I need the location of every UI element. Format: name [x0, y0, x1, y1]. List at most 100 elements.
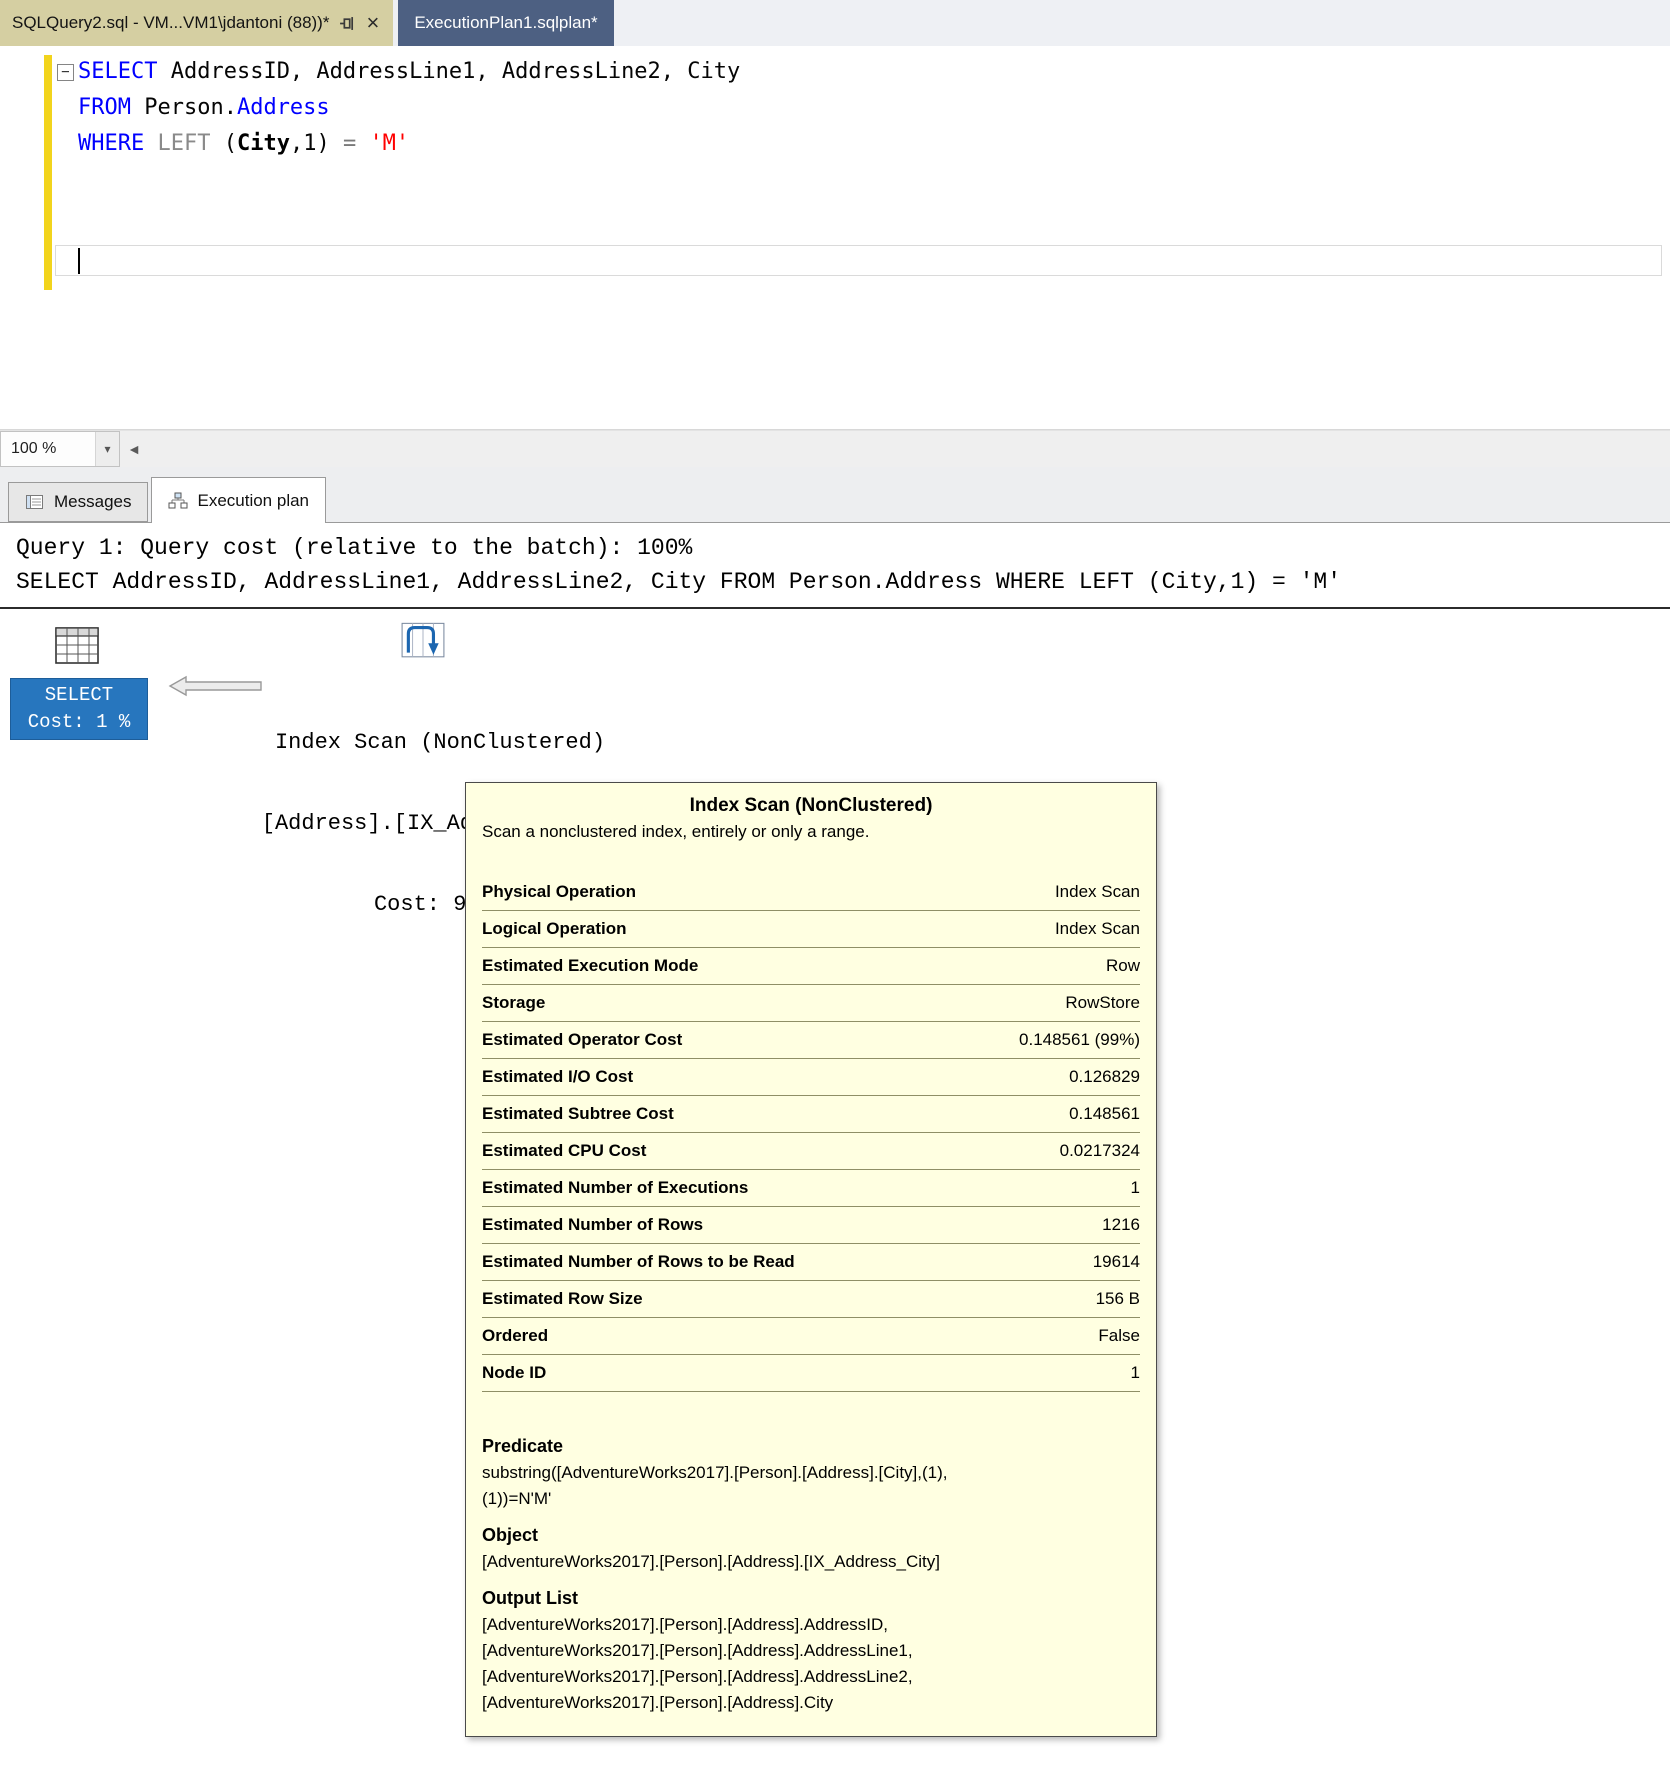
tab-executionplan1-label: ExecutionPlan1.sqlplan* [414, 13, 597, 33]
messages-icon [25, 493, 45, 511]
current-line-highlight [55, 245, 1662, 276]
sql-token: = [343, 131, 356, 156]
tooltip-section-label: Predicate [482, 1436, 1140, 1457]
tooltip-property-row: Estimated Number of Rows to be Read 19614 [482, 1244, 1140, 1281]
close-icon[interactable]: × [364, 12, 381, 34]
tooltip-property-row: Logical OperationIndex Scan [482, 911, 1140, 948]
results-tab-bar: Messages Execution plan [0, 467, 1670, 522]
property-label: Storage [482, 993, 545, 1013]
property-label: Ordered [482, 1326, 548, 1346]
code-line: WHERE LEFT (City,1) = 'M' [0, 126, 1670, 162]
sql-token: Address [237, 95, 330, 120]
editor-status-row: 100 % ▾ ◄ [0, 430, 1670, 467]
result-grid-icon [55, 627, 99, 670]
fold-toggle-icon[interactable]: − [57, 64, 74, 81]
tooltip-section-label: Object [482, 1525, 1140, 1546]
tooltip-property-row: Storage RowStore [482, 985, 1140, 1022]
tooltip-property-row: Estimated Operator Cost 0.148561 (99%) [482, 1022, 1140, 1059]
property-value: 0.148561 (99%) [1019, 1030, 1140, 1050]
property-label: Physical Operation [482, 882, 636, 902]
tab-executionplan1[interactable]: ExecutionPlan1.sqlplan* [398, 0, 613, 46]
operator-tooltip: Index Scan (NonClustered) Scan a nonclus… [465, 782, 1157, 1737]
sql-token [144, 131, 157, 156]
property-value: RowStore [1065, 993, 1140, 1013]
pin-icon[interactable] [339, 16, 354, 31]
tab-execution-plan-label: Execution plan [197, 491, 309, 511]
tooltip-property-row: Node ID1 [482, 1355, 1140, 1392]
query-statement: SELECT AddressID, AddressLine1, AddressL… [16, 569, 1341, 595]
tooltip-section-line: [AdventureWorks2017].[Person].[Address].… [482, 1612, 1140, 1638]
tooltip-property-row: Estimated Execution Mode Row [482, 948, 1140, 985]
sql-token: Person. [131, 95, 237, 120]
execution-plan-pane: Query 1: Query cost (relative to the bat… [0, 522, 1670, 1786]
index-scan-icon[interactable] [400, 617, 446, 664]
property-label: Estimated Subtree Cost [482, 1104, 674, 1124]
ssms-window: SQLQuery2.sql - VM...VM1\jdantoni (88))*… [0, 0, 1670, 1786]
tooltip-description: Scan a nonclustered index, entirely or o… [482, 822, 1140, 842]
tab-messages-label: Messages [54, 492, 131, 512]
chevron-down-icon[interactable]: ▾ [95, 432, 119, 466]
tooltip-property-row: Ordered False [482, 1318, 1140, 1355]
text-caret [78, 248, 80, 274]
property-value: False [1098, 1326, 1140, 1346]
property-value: Row [1106, 956, 1140, 976]
code-lines: −SELECT AddressID, AddressLine1, Address… [0, 54, 1670, 162]
select-node-cost: Cost: 1 % [11, 709, 147, 736]
tooltip-section-line: [AdventureWorks2017].[Person].[Address].… [482, 1638, 1140, 1664]
tooltip-section-label: Output List [482, 1588, 1140, 1609]
tooltip-section-line: (1))=N'M' [482, 1486, 1140, 1512]
code-line: −SELECT AddressID, AddressLine1, Address… [0, 54, 1670, 90]
sql-token: SELECT [78, 59, 157, 84]
sql-token: WHERE [78, 131, 144, 156]
document-tab-bar: SQLQuery2.sql - VM...VM1\jdantoni (88))*… [0, 0, 1670, 46]
property-label: Estimated Row Size [482, 1289, 643, 1309]
sql-token [356, 131, 369, 156]
property-value: 0.0217324 [1060, 1141, 1140, 1161]
tooltip-section-line: [AdventureWorks2017].[Person].[Address].… [482, 1549, 1140, 1575]
tooltip-property-row: Estimated Number of Executions1 [482, 1170, 1140, 1207]
tooltip-section: Object [AdventureWorks2017].[Person].[Add… [482, 1525, 1140, 1575]
tab-messages[interactable]: Messages [8, 482, 148, 522]
sql-token: FROM [78, 95, 131, 120]
tooltip-property-row: Estimated Number of Rows 1216 [482, 1207, 1140, 1244]
tooltip-properties: Physical OperationIndex ScanLogical Oper… [482, 874, 1140, 1392]
select-operator-node[interactable]: SELECT Cost: 1 % [10, 678, 148, 740]
editor-hscrollbar[interactable]: ◄ [120, 431, 1670, 467]
property-label: Estimated I/O Cost [482, 1067, 633, 1087]
tab-sqlquery2[interactable]: SQLQuery2.sql - VM...VM1\jdantoni (88))*… [0, 0, 393, 46]
property-label: Estimated Execution Mode [482, 956, 698, 976]
tooltip-property-row: Estimated Subtree Cost0.148561 [482, 1096, 1140, 1133]
scroll-left-icon[interactable]: ◄ [120, 441, 148, 457]
sql-token: 'M' [369, 131, 409, 156]
code-line: FROM Person.Address [0, 90, 1670, 126]
property-label: Estimated Operator Cost [482, 1030, 682, 1050]
tab-execution-plan[interactable]: Execution plan [151, 477, 326, 523]
tooltip-section-line: [AdventureWorks2017].[Person].[Address].… [482, 1690, 1140, 1716]
property-label: Estimated CPU Cost [482, 1141, 646, 1161]
tooltip-section: Predicatesubstring([AdventureWorks2017].… [482, 1436, 1140, 1512]
query-cost-header: Query 1: Query cost (relative to the bat… [16, 535, 692, 561]
property-value: Index Scan [1055, 882, 1140, 902]
index-scan-line1: Index Scan (NonClustered) [150, 729, 730, 756]
tooltip-section: Output List [AdventureWorks2017].[Person]… [482, 1588, 1140, 1716]
sql-token: ,1) [290, 131, 343, 156]
tooltip-property-row: Physical Operation Index Scan [482, 874, 1140, 911]
property-value: 19614 [1093, 1252, 1140, 1272]
tooltip-section-line: [AdventureWorks2017].[Person].[Address].… [482, 1664, 1140, 1690]
property-label: Estimated Number of Rows [482, 1215, 703, 1235]
property-value: Index Scan [1055, 919, 1140, 939]
sql-token: ( [210, 131, 237, 156]
tooltip-property-row: Estimated CPU Cost 0.0217324 [482, 1133, 1140, 1170]
sql-editor[interactable]: −SELECT AddressID, AddressLine1, Address… [0, 46, 1670, 430]
select-node-label: SELECT [11, 682, 147, 709]
statement-separator [0, 607, 1670, 609]
property-label: Estimated Number of Rows to be Read [482, 1252, 795, 1272]
property-label: Node ID [482, 1363, 546, 1383]
property-value: 156 B [1096, 1289, 1140, 1309]
tooltip-title: Index Scan (NonClustered) [482, 795, 1140, 817]
zoom-value: 100 % [11, 440, 56, 458]
property-value: 1216 [1102, 1215, 1140, 1235]
zoom-select[interactable]: 100 % ▾ [0, 431, 120, 467]
tooltip-property-row: Estimated Row Size 156 B [482, 1281, 1140, 1318]
property-value: 0.126829 [1069, 1067, 1140, 1087]
